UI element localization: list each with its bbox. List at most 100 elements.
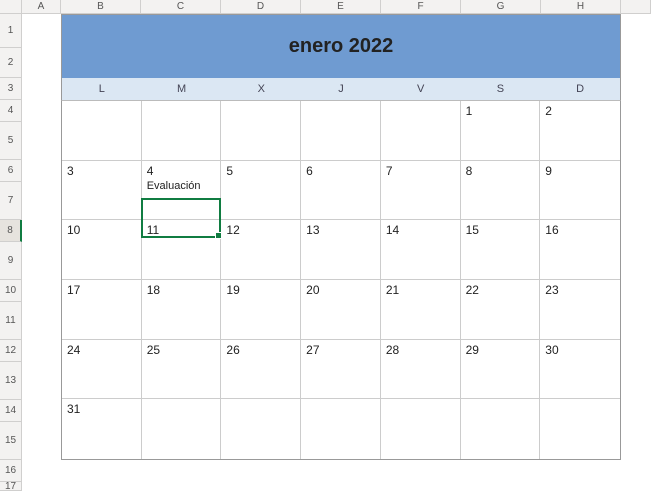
cell[interactable] <box>221 482 301 491</box>
select-all-corner[interactable] <box>0 0 22 14</box>
cell[interactable] <box>22 302 61 340</box>
row-header-11[interactable]: 11 <box>0 302 22 340</box>
calendar-day[interactable]: 20 <box>301 280 381 340</box>
cell[interactable] <box>621 422 651 460</box>
calendar-day[interactable]: 4Evaluación <box>142 161 222 221</box>
cell[interactable] <box>301 482 381 491</box>
column-header-H[interactable]: H <box>541 0 621 14</box>
cell[interactable] <box>22 78 61 100</box>
cell[interactable] <box>621 340 651 362</box>
calendar-day[interactable] <box>381 399 461 459</box>
calendar-day[interactable]: 3 <box>62 161 142 221</box>
cell[interactable] <box>301 460 381 482</box>
calendar-day[interactable] <box>301 399 381 459</box>
row-header-9[interactable]: 9 <box>0 242 22 280</box>
cell[interactable] <box>621 220 651 242</box>
cell[interactable] <box>621 242 651 280</box>
cell[interactable] <box>61 460 141 482</box>
calendar-day[interactable]: 8 <box>461 161 541 221</box>
calendar-day[interactable] <box>301 101 381 161</box>
cell[interactable] <box>22 280 61 302</box>
row-header-12[interactable]: 12 <box>0 340 22 362</box>
cell[interactable] <box>22 122 61 160</box>
cell[interactable] <box>461 482 541 491</box>
row-header-4[interactable]: 4 <box>0 100 22 122</box>
calendar-day[interactable]: 17 <box>62 280 142 340</box>
calendar-day[interactable]: 12 <box>221 220 301 280</box>
cell[interactable] <box>22 340 61 362</box>
calendar-day[interactable]: 24 <box>62 340 142 400</box>
cell[interactable] <box>22 48 61 78</box>
cell[interactable] <box>621 14 651 48</box>
calendar-day[interactable] <box>540 399 620 459</box>
calendar-day[interactable]: 6 <box>301 161 381 221</box>
cell[interactable] <box>22 14 61 48</box>
calendar-day[interactable]: 18 <box>142 280 222 340</box>
row-header-7[interactable]: 7 <box>0 182 22 220</box>
row-header-5[interactable]: 5 <box>0 122 22 160</box>
cell[interactable] <box>381 460 461 482</box>
calendar-day[interactable] <box>142 399 222 459</box>
calendar-day[interactable]: 13 <box>301 220 381 280</box>
cell[interactable] <box>61 482 141 491</box>
calendar-body[interactable]: 1234Evaluación56789101112131415161718192… <box>61 100 621 460</box>
row-header-2[interactable]: 2 <box>0 48 22 78</box>
calendar-day[interactable]: 28 <box>381 340 461 400</box>
calendar-day[interactable]: 11 <box>142 220 222 280</box>
cell[interactable] <box>22 242 61 280</box>
calendar-day[interactable]: 31 <box>62 399 142 459</box>
cell[interactable] <box>541 460 621 482</box>
calendar-day[interactable]: 15 <box>461 220 541 280</box>
cell[interactable] <box>621 460 651 482</box>
calendar-day[interactable]: 5 <box>221 161 301 221</box>
cell[interactable] <box>381 482 461 491</box>
cell[interactable] <box>22 362 61 400</box>
row-header-8[interactable]: 8 <box>0 220 22 242</box>
cell[interactable] <box>541 482 621 491</box>
cell[interactable] <box>621 122 651 160</box>
cell[interactable] <box>621 362 651 400</box>
cell[interactable] <box>461 460 541 482</box>
calendar-day[interactable]: 30 <box>540 340 620 400</box>
calendar-day[interactable]: 14 <box>381 220 461 280</box>
cell[interactable] <box>621 400 651 422</box>
calendar-day[interactable]: 16 <box>540 220 620 280</box>
column-header-G[interactable]: G <box>461 0 541 14</box>
column-header-B[interactable]: B <box>61 0 141 14</box>
row-header-16[interactable]: 16 <box>0 460 22 482</box>
cell[interactable] <box>22 482 61 491</box>
cell[interactable] <box>22 220 61 242</box>
calendar-day[interactable] <box>461 399 541 459</box>
calendar-day[interactable] <box>62 101 142 161</box>
column-header-D[interactable]: D <box>221 0 301 14</box>
cell[interactable] <box>22 182 61 220</box>
row-header-1[interactable]: 1 <box>0 14 22 48</box>
calendar-day[interactable]: 10 <box>62 220 142 280</box>
cell[interactable] <box>141 460 221 482</box>
calendar-day[interactable]: 25 <box>142 340 222 400</box>
column-header-A[interactable]: A <box>22 0 61 14</box>
spreadsheet-grid[interactable]: enero 2022 LMXJVSD 1234Evaluación5678910… <box>0 0 651 504</box>
row-header-15[interactable]: 15 <box>0 422 22 460</box>
calendar-day[interactable]: 2 <box>540 101 620 161</box>
column-header-C[interactable]: C <box>141 0 221 14</box>
cell[interactable] <box>22 400 61 422</box>
cell[interactable] <box>22 460 61 482</box>
cell[interactable] <box>621 482 651 491</box>
calendar-day[interactable]: 19 <box>221 280 301 340</box>
cell[interactable] <box>22 422 61 460</box>
cell[interactable] <box>621 100 651 122</box>
row-header-13[interactable]: 13 <box>0 362 22 400</box>
calendar-day[interactable]: 7 <box>381 161 461 221</box>
column-header-F[interactable]: F <box>381 0 461 14</box>
calendar-day[interactable]: 26 <box>221 340 301 400</box>
cell[interactable] <box>221 460 301 482</box>
calendar-day[interactable]: 27 <box>301 340 381 400</box>
cell[interactable] <box>621 280 651 302</box>
row-header-14[interactable]: 14 <box>0 400 22 422</box>
calendar-day[interactable]: 21 <box>381 280 461 340</box>
row-header-17[interactable]: 17 <box>0 482 22 491</box>
calendar-day[interactable]: 1 <box>461 101 541 161</box>
cell[interactable] <box>621 182 651 220</box>
row-header-3[interactable]: 3 <box>0 78 22 100</box>
